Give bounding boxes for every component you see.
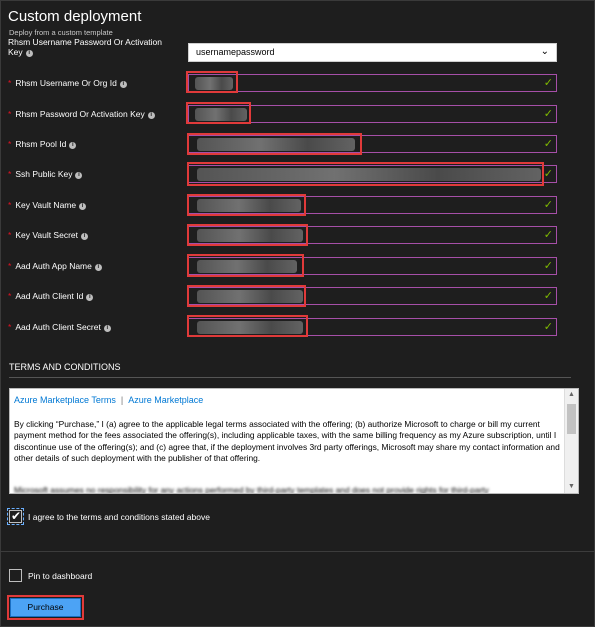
valid-check-icon: ✓ <box>543 108 553 120</box>
info-icon[interactable]: i <box>25 50 33 57</box>
pin-to-dashboard-checkbox[interactable] <box>9 569 22 582</box>
agree-label: I agree to the terms and conditions stat… <box>28 512 210 522</box>
required-asterisk: * <box>8 200 12 210</box>
info-icon[interactable]: i <box>81 233 88 240</box>
footer-divider <box>0 551 595 552</box>
info-icon[interactable]: i <box>69 142 77 149</box>
info-icon[interactable]: i <box>147 112 155 119</box>
required-asterisk: * <box>8 109 12 119</box>
activation-key-label: Rhsm Username Password Or Activation Key… <box>8 37 162 57</box>
required-asterisk: * <box>8 139 12 149</box>
redacted-value <box>197 229 303 242</box>
scroll-up-arrow-icon[interactable]: ▲ <box>565 389 578 401</box>
valid-check-icon: ✓ <box>543 138 553 150</box>
valid-check-icon: ✓ <box>543 77 553 89</box>
field-label-rhsm-username: * Rhsm Username Or Org Id i <box>8 78 127 88</box>
required-asterisk: * <box>8 169 12 179</box>
activation-key-select-value: usernamepassword <box>196 47 275 57</box>
valid-check-icon: ✓ <box>543 168 553 180</box>
redacted-value <box>197 138 355 151</box>
info-icon[interactable]: i <box>79 203 87 210</box>
aad-auth-client-secret-field[interactable]: ✓ <box>188 318 557 336</box>
rhsm-pool-id-field[interactable]: ✓ <box>188 135 557 153</box>
azure-marketplace-terms-link[interactable]: Azure Marketplace Terms <box>14 395 116 405</box>
page-subtitle: Deploy from a custom template <box>9 28 113 37</box>
redacted-value <box>197 290 303 303</box>
valid-check-icon: ✓ <box>543 260 553 272</box>
info-icon[interactable]: i <box>94 264 102 271</box>
field-label-aad-app-name: * Aad Auth App Name i <box>8 261 102 271</box>
required-asterisk: * <box>8 78 12 88</box>
field-label-rhsm-pool: * Rhsm Pool Id i <box>8 139 77 149</box>
redacted-value <box>197 199 301 212</box>
scroll-down-arrow-icon[interactable]: ▼ <box>565 481 578 493</box>
redacted-value <box>197 260 297 273</box>
terms-scrollbar[interactable]: ▲ ▼ <box>564 389 578 493</box>
section-divider <box>9 377 571 378</box>
link-separator: | <box>120 395 124 405</box>
purchase-button[interactable]: Purchase <box>10 598 81 617</box>
field-label-key-vault-name: * Key Vault Name i <box>8 200 87 210</box>
terms-section-title: TERMS AND CONDITIONS <box>9 362 121 372</box>
agree-checkbox[interactable]: ✔ <box>7 508 24 525</box>
redacted-value <box>195 77 233 90</box>
terms-paragraph-continued: Microsoft assumes no responsibility for … <box>14 485 489 494</box>
ssh-public-key-field[interactable]: ✓ <box>188 165 557 183</box>
rhsm-password-field[interactable]: ✓ <box>188 105 557 123</box>
valid-check-icon: ✓ <box>543 321 553 333</box>
field-label-aad-client-secret: * Aad Auth Client Secret i <box>8 322 111 332</box>
required-asterisk: * <box>8 291 12 301</box>
key-vault-name-field[interactable]: ✓ <box>188 196 557 214</box>
pin-to-dashboard-label: Pin to dashboard <box>28 571 93 581</box>
rhsm-username-field[interactable]: ✓ <box>188 74 557 92</box>
field-label-key-vault-secret: * Key Vault Secret i <box>8 230 88 240</box>
checkmark-icon: ✔ <box>11 509 22 523</box>
info-icon[interactable]: i <box>119 81 127 88</box>
valid-check-icon: ✓ <box>543 229 553 241</box>
activation-key-select[interactable]: usernamepassword ⌄ <box>188 43 557 62</box>
valid-check-icon: ✓ <box>543 290 553 302</box>
terms-paragraph: By clicking “Purchase,” I (a) agree to t… <box>14 419 560 463</box>
field-label-rhsm-password: * Rhsm Password Or Activation Key i <box>8 109 155 119</box>
info-icon[interactable]: i <box>103 325 111 332</box>
blade-frame <box>0 0 595 627</box>
activation-key-label-line2: Key <box>8 47 23 57</box>
redacted-value <box>195 108 247 121</box>
aad-auth-app-name-field[interactable]: ✓ <box>188 257 557 275</box>
chevron-down-icon: ⌄ <box>540 46 549 57</box>
field-label-ssh-key: * Ssh Public Key i <box>8 169 83 179</box>
key-vault-secret-field[interactable]: ✓ <box>188 226 557 244</box>
activation-key-label-line1: Rhsm Username Password Or Activation <box>8 37 162 47</box>
redacted-value <box>197 168 541 181</box>
azure-marketplace-link[interactable]: Azure Marketplace <box>128 395 203 405</box>
redacted-value <box>197 321 303 334</box>
info-icon[interactable]: i <box>75 172 83 179</box>
terms-box[interactable]: Azure Marketplace Terms | Azure Marketplac… <box>9 388 579 494</box>
page-title: Custom deployment <box>8 8 142 25</box>
terms-links: Azure Marketplace Terms | Azure Marketplac… <box>14 395 203 405</box>
required-asterisk: * <box>8 261 12 271</box>
scroll-thumb[interactable] <box>567 404 576 434</box>
field-label-aad-client-id: * Aad Auth Client Id i <box>8 291 94 301</box>
aad-auth-client-id-field[interactable]: ✓ <box>188 287 557 305</box>
info-icon[interactable]: i <box>86 294 94 301</box>
valid-check-icon: ✓ <box>543 199 553 211</box>
required-asterisk: * <box>8 322 12 332</box>
required-asterisk: * <box>8 230 12 240</box>
